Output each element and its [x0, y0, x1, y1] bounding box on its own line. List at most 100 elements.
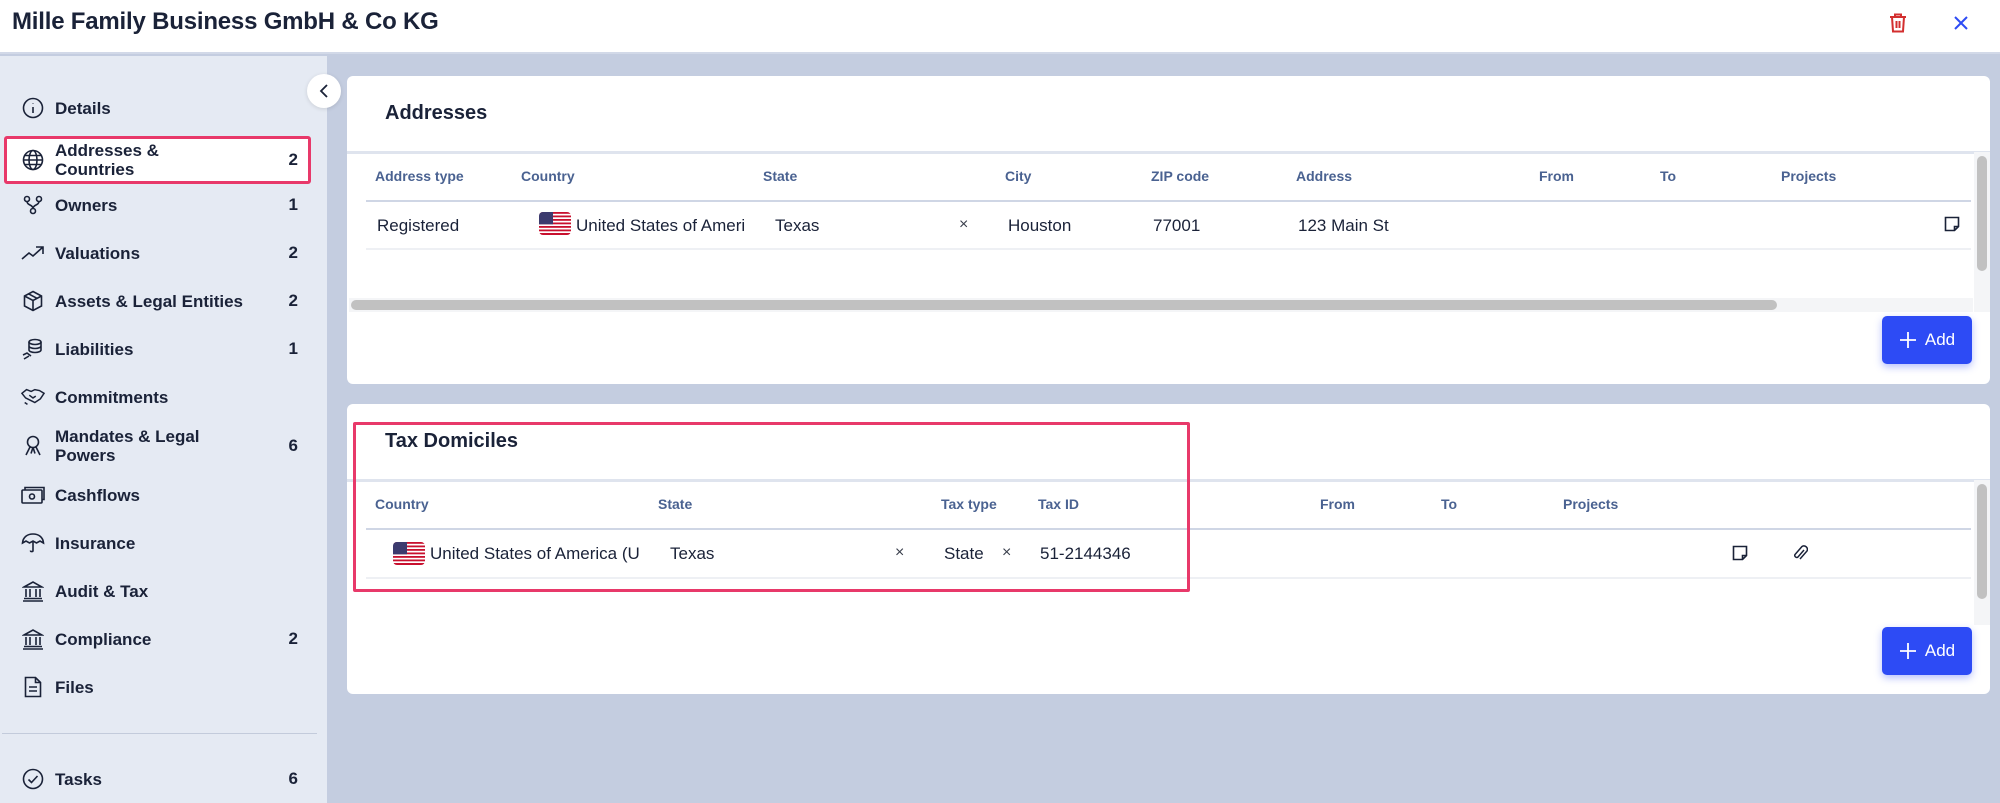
sidebar-item-label: Audit & Tax: [55, 581, 149, 601]
sidebar-item-commitments[interactable]: Commitments: [4, 374, 311, 420]
col-header-zip[interactable]: ZIP code: [1151, 168, 1209, 184]
sidebar-item-valuations[interactable]: Valuations 2: [4, 230, 311, 276]
bank-icon: [21, 579, 45, 603]
sidebar-item-assets-legal-entities[interactable]: Assets & Legal Entities 2: [4, 278, 311, 324]
sidebar: Details Addresses & Countries 2 Owners 1…: [0, 56, 327, 803]
trash-icon: [1890, 13, 1906, 33]
horizontal-scrollbar-thumb[interactable]: [351, 300, 1777, 310]
cell-state[interactable]: Texas: [670, 544, 714, 564]
col-header-to[interactable]: To: [1660, 168, 1676, 184]
panel-divider: [347, 151, 1990, 154]
col-header-projects[interactable]: Projects: [1563, 496, 1618, 512]
col-header-state[interactable]: State: [763, 168, 797, 184]
cell-city[interactable]: Houston: [1008, 216, 1071, 236]
cell-tax-type[interactable]: State: [944, 544, 984, 564]
sidebar-item-owners[interactable]: Owners 1: [4, 182, 311, 228]
clear-state-button[interactable]: ×: [895, 544, 904, 562]
cell-address[interactable]: 123 Main St: [1298, 216, 1389, 236]
sidebar-item-label: Mandates & Legal Powers: [55, 427, 200, 465]
ownership-structure-icon: [21, 193, 45, 217]
sidebar-item-liabilities[interactable]: Liabilities 1: [4, 326, 311, 372]
sidebar-item-label: Details: [55, 98, 111, 118]
add-address-label: Add: [1924, 330, 1956, 349]
row-divider: [366, 577, 1971, 579]
sidebar-item-label: Tasks: [55, 769, 102, 789]
file-icon: [21, 675, 45, 699]
cell-country[interactable]: United States of America (U: [430, 544, 648, 564]
horizontal-scrollbar[interactable]: [349, 298, 1973, 312]
clear-tax-type-button[interactable]: ×: [1002, 544, 1011, 562]
sidebar-item-label: Addresses & Countries: [55, 141, 159, 179]
col-header-from[interactable]: From: [1539, 168, 1574, 184]
cell-address-type[interactable]: Registered: [377, 216, 459, 236]
panel-divider: [347, 479, 1990, 482]
award-icon: [21, 434, 45, 458]
sidebar-item-label: Liabilities: [55, 339, 134, 359]
sidebar-item-count: 6: [288, 769, 298, 788]
umbrella-icon: [21, 531, 45, 555]
note-icon: [1732, 545, 1748, 561]
plus-icon: [1899, 332, 1916, 348]
paperclip-icon: [1794, 545, 1808, 560]
sidebar-item-audit-tax[interactable]: Audit & Tax: [4, 568, 311, 614]
sidebar-item-label: Commitments: [55, 387, 169, 407]
vertical-scrollbar[interactable]: [1974, 152, 1990, 312]
vertical-scrollbar-thumb[interactable]: [1977, 484, 1987, 599]
sidebar-item-count: 2: [288, 629, 298, 648]
sidebar-item-tasks[interactable]: Tasks 6: [4, 756, 311, 802]
sidebar-item-insurance[interactable]: Insurance: [4, 520, 311, 566]
sidebar-item-compliance[interactable]: Compliance 2: [4, 616, 311, 662]
vertical-scrollbar-thumb[interactable]: [1977, 156, 1987, 271]
col-header-address[interactable]: Address: [1296, 168, 1352, 184]
sidebar-item-cashflows[interactable]: Cashflows: [4, 472, 311, 518]
sidebar-divider: [2, 733, 317, 734]
close-button[interactable]: [1947, 9, 1975, 37]
vertical-scrollbar[interactable]: [1974, 480, 1990, 625]
cell-state[interactable]: Texas: [775, 216, 819, 236]
col-header-state[interactable]: State: [658, 496, 692, 512]
col-header-country[interactable]: Country: [521, 168, 575, 184]
tax-domiciles-title: Tax Domiciles: [385, 430, 519, 452]
col-header-tax-id[interactable]: Tax ID: [1038, 496, 1079, 512]
handshake-icon: [21, 385, 45, 409]
col-header-city[interactable]: City: [1005, 168, 1031, 184]
sidebar-item-count: 2: [288, 291, 298, 310]
sidebar-item-count: 1: [288, 339, 298, 358]
sidebar-item-label: Owners: [55, 195, 118, 215]
sidebar-item-count: 1: [288, 195, 298, 214]
cell-tax-id[interactable]: 51-2144346: [1040, 544, 1131, 564]
addresses-panel: Addresses Address type Country State Cit…: [347, 76, 1990, 384]
page-title: Mille Family Business GmbH & Co KG: [12, 8, 439, 35]
col-header-address-type[interactable]: Address type: [375, 168, 464, 184]
sidebar-collapse-button[interactable]: [307, 74, 341, 108]
sidebar-item-label: Insurance: [55, 533, 136, 553]
add-address-button[interactable]: Add: [1882, 316, 1972, 364]
sidebar-item-label: Files: [55, 677, 94, 697]
attachment-button[interactable]: [1789, 542, 1811, 564]
plus-icon: [1899, 643, 1916, 659]
delete-button[interactable]: [1884, 9, 1912, 37]
page-header: Mille Family Business GmbH & Co KG: [0, 0, 2000, 54]
col-header-tax-type[interactable]: Tax type: [941, 496, 997, 512]
note-button[interactable]: [1941, 213, 1963, 235]
sidebar-item-addresses-countries[interactable]: Addresses & Countries 2: [4, 136, 311, 184]
col-header-country[interactable]: Country: [375, 496, 429, 512]
sidebar-item-mandates-legal-powers[interactable]: Mandates & Legal Powers 6: [4, 422, 311, 470]
col-header-projects[interactable]: Projects: [1781, 168, 1836, 184]
sidebar-item-label: Compliance: [55, 629, 152, 649]
sidebar-item-label: Cashflows: [55, 485, 141, 505]
cell-country[interactable]: United States of Ameri: [576, 216, 758, 236]
note-icon: [1944, 216, 1960, 232]
clear-state-button[interactable]: ×: [959, 216, 968, 234]
add-tax-domicile-button[interactable]: Add: [1882, 627, 1972, 675]
col-header-from[interactable]: From: [1320, 496, 1355, 512]
sidebar-item-count: 6: [288, 436, 298, 455]
cell-zip[interactable]: 77001: [1153, 216, 1200, 236]
add-tax-domicile-label: Add: [1924, 641, 1956, 660]
sidebar-item-details[interactable]: Details: [4, 85, 311, 131]
sidebar-item-files[interactable]: Files: [4, 664, 311, 710]
col-header-to[interactable]: To: [1441, 496, 1457, 512]
sidebar-item-label: Valuations: [55, 243, 141, 263]
bank-icon: [21, 627, 45, 651]
note-button[interactable]: [1729, 542, 1751, 564]
